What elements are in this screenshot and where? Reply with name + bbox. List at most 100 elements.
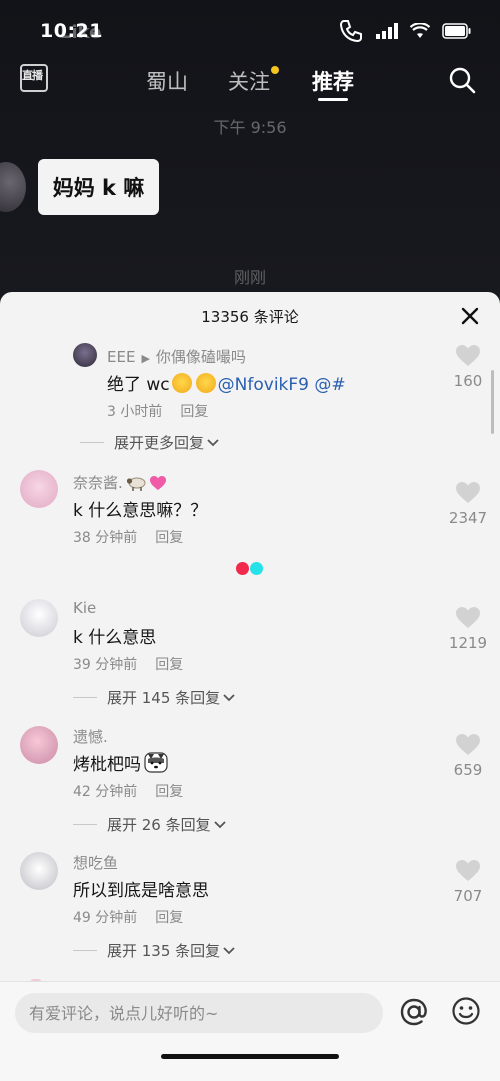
like-count: 160 <box>453 372 483 390</box>
like-button[interactable]: 160 <box>448 344 488 390</box>
loading-dot-red <box>236 562 249 575</box>
expand-replies-button[interactable]: 展开 135 条回复 <box>73 940 236 961</box>
username-text: EEE <box>107 348 136 366</box>
comment-time: 39 分钟前 <box>73 657 138 673</box>
tab-recommend[interactable]: 推荐 <box>312 66 354 96</box>
comment-text-body: 烤枇杷吗 <box>73 755 141 775</box>
search-icon[interactable] <box>448 66 476 94</box>
chat-bubble: 妈妈 k 嘛 <box>38 159 159 215</box>
like-button[interactable]: 659 <box>444 733 492 779</box>
avatar[interactable] <box>73 343 97 367</box>
status-time: 10:21 <box>40 20 103 42</box>
laugh-cry-emoji-icon <box>171 373 192 393</box>
like-count: 1219 <box>448 634 488 652</box>
tab-follow-label: 关注 <box>228 70 270 94</box>
reply-arrow-icon: ▶ <box>141 352 150 365</box>
live-button[interactable]: 直播 <box>20 64 48 92</box>
top-nav: 直播 蜀山 关注 推荐 <box>0 62 500 104</box>
live-label: 直播 <box>22 69 43 82</box>
comment-username[interactable]: Kie <box>73 599 96 617</box>
notification-dot <box>271 66 279 74</box>
expand-replies-button[interactable]: 展开 145 条回复 <box>73 687 236 708</box>
expand-replies-button[interactable]: 展开更多回复 <box>80 432 220 453</box>
comments-count-title: 13356 条评论 <box>201 308 299 326</box>
comment-meta: 49 分钟前 回复 <box>73 907 183 927</box>
reply-button[interactable]: 回复 <box>155 657 183 673</box>
comment-time: 38 分钟前 <box>73 530 138 546</box>
emoji-icon[interactable] <box>451 996 481 1026</box>
like-count: 2347 <box>448 509 488 527</box>
like-button[interactable]: 707 <box>444 859 492 905</box>
reply-button[interactable]: 回复 <box>155 910 183 926</box>
reply-button[interactable]: 回复 <box>155 784 183 800</box>
phone-call-icon <box>339 20 362 43</box>
chevron-down-icon <box>223 693 235 701</box>
like-button[interactable]: 2347 <box>444 481 492 527</box>
expand-replies-button[interactable]: 展开 26 条回复 <box>73 814 227 835</box>
reply-to-text: 你偶像磕嘬吗 <box>155 348 246 366</box>
divider-line <box>73 824 97 825</box>
comment-meta: 39 分钟前 回复 <box>73 654 183 674</box>
comment-username[interactable]: EEE ▶ 你偶像磕嘬吗 <box>107 346 246 367</box>
comment-text: 所以到底是啥意思 <box>73 881 209 901</box>
avatar[interactable] <box>20 726 58 764</box>
comment-time: 3 小时前 <box>107 404 163 420</box>
like-button[interactable]: 1219 <box>444 606 492 652</box>
avatar[interactable] <box>20 470 58 508</box>
tab-shushan[interactable]: 蜀山 <box>146 66 188 96</box>
divider-line <box>73 697 97 698</box>
close-icon[interactable] <box>458 304 482 328</box>
heart-icon <box>456 860 480 881</box>
avatar[interactable] <box>20 852 58 890</box>
sheep-emoji-icon <box>126 477 146 491</box>
like-count: 659 <box>453 761 483 779</box>
username-text: 奈奈酱. <box>73 474 123 492</box>
comment-composer <box>0 981 500 1081</box>
mention-link[interactable]: @NfovikF9 @# <box>218 375 346 395</box>
scrollbar[interactable] <box>491 370 494 434</box>
chat-timestamp-now: 刚刚 <box>233 268 266 287</box>
comment-text: k 什么意思 <box>73 628 157 648</box>
husky-dog-emoji-icon <box>144 752 168 773</box>
expand-label: 展开 26 条回复 <box>107 816 211 834</box>
divider-line <box>80 442 104 443</box>
home-indicator <box>161 1054 339 1059</box>
expand-label: 展开更多回复 <box>114 434 205 452</box>
comment-meta: 3 小时前 回复 <box>107 401 208 421</box>
expand-label: 展开 145 条回复 <box>107 689 221 707</box>
active-tab-indicator <box>318 98 348 101</box>
comment-username[interactable]: 奈奈酱. <box>73 472 167 493</box>
loading-indicator <box>236 562 266 576</box>
comment-text: k 什么意思嘛？？ <box>73 501 208 521</box>
chat-timestamp: 下午 9:56 <box>213 118 287 137</box>
comment-input[interactable] <box>15 993 383 1033</box>
expand-label: 展开 135 条回复 <box>107 942 221 960</box>
signal-icon <box>376 23 398 39</box>
at-icon[interactable] <box>398 996 430 1028</box>
comment-text: 烤枇杷吗 <box>73 750 168 775</box>
chevron-down-icon <box>213 820 226 828</box>
comments-sheet: 13356 条评论 EEE ▶ 你偶像磕嘬吗 绝了 wc @NfovikF9 @# 3… <box>0 292 500 1081</box>
divider-line <box>73 950 97 951</box>
heart-icon <box>456 345 480 366</box>
like-count: 707 <box>453 887 483 905</box>
battery-icon <box>442 23 471 39</box>
wifi-icon <box>410 23 430 38</box>
pink-heart-emoji-icon <box>149 476 166 490</box>
avatar[interactable] <box>20 599 58 637</box>
comment-time: 49 分钟前 <box>73 910 138 926</box>
comment-meta: 38 分钟前 回复 <box>73 527 183 547</box>
heart-icon <box>456 482 480 503</box>
tab-follow[interactable]: 关注 <box>228 66 279 96</box>
comment-time: 42 分钟前 <box>73 784 138 800</box>
comment-username[interactable]: 想吃鱼 <box>73 852 118 873</box>
comment-text: 绝了 wc @NfovikF9 @# <box>107 370 346 395</box>
reply-button[interactable]: 回复 <box>155 530 183 546</box>
comment-text-prefix: 绝了 wc <box>107 375 170 395</box>
comment-username[interactable]: 遗憾. <box>73 726 108 747</box>
loading-dot-cyan <box>250 562 263 575</box>
status-icons <box>338 18 472 44</box>
reply-button[interactable]: 回复 <box>180 404 208 420</box>
laugh-cry-emoji-icon <box>195 373 216 393</box>
chevron-down-icon <box>223 946 235 954</box>
